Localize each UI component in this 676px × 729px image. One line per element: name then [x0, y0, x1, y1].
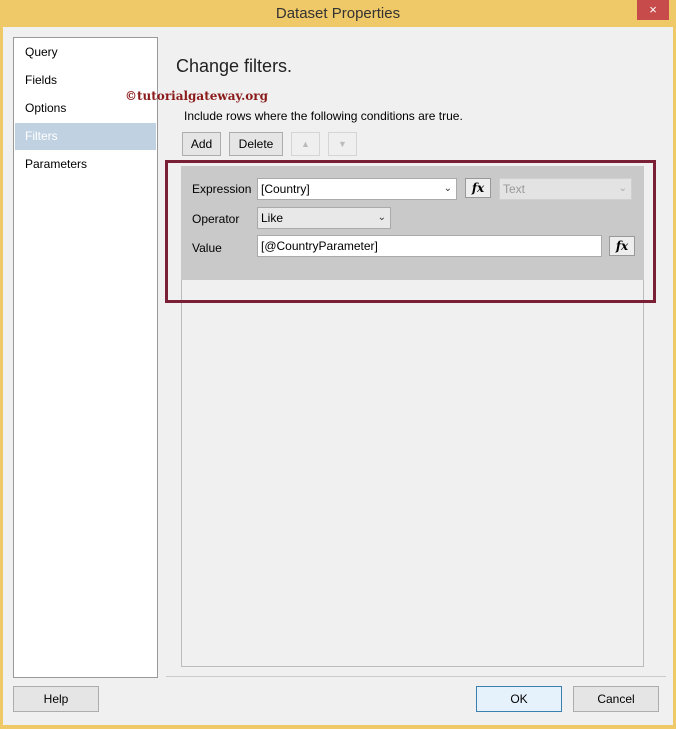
- page-title: Change filters.: [176, 56, 293, 76]
- close-icon: ×: [649, 2, 657, 17]
- close-button[interactable]: ×: [637, 0, 669, 20]
- description: Include rows where the following conditi…: [184, 109, 463, 123]
- delete-button[interactable]: Delete: [229, 132, 283, 156]
- watermark: ©tutorialgateway.org: [125, 89, 268, 103]
- window-title: Dataset Properties: [275, 5, 401, 22]
- arrow-down-icon: ▼: [338, 139, 347, 149]
- move-down-button[interactable]: ▼: [328, 132, 357, 156]
- sidebar: Query Fields Options Filters Parameters: [13, 37, 158, 678]
- cancel-button[interactable]: Cancel: [573, 686, 659, 712]
- arrow-up-icon: ▲: [301, 139, 310, 149]
- sidebar-item-query[interactable]: Query: [15, 39, 156, 66]
- sidebar-item-parameters[interactable]: Parameters: [15, 151, 156, 178]
- sidebar-item-filters[interactable]: Filters: [15, 123, 156, 150]
- move-up-button[interactable]: ▲: [291, 132, 320, 156]
- add-button[interactable]: Add: [182, 132, 221, 156]
- ok-button[interactable]: OK: [476, 686, 562, 712]
- title-bar: Dataset Properties: [0, 0, 676, 27]
- footer-divider: [166, 676, 666, 677]
- highlight-box: [165, 160, 656, 303]
- help-button[interactable]: Help: [13, 686, 99, 712]
